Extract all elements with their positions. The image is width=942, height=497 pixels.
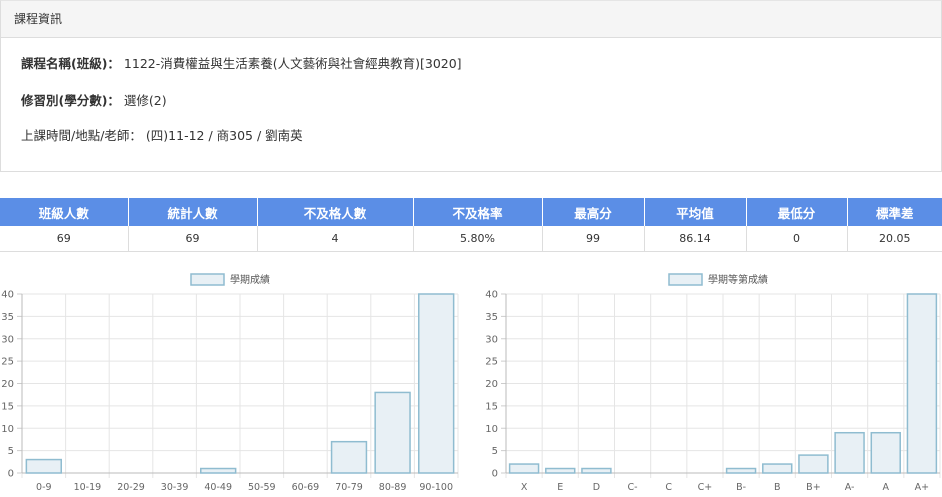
legend-label: 學期成績 bbox=[230, 273, 270, 286]
y-tick-label: 35 bbox=[485, 312, 498, 323]
y-tick-label: 0 bbox=[8, 469, 14, 480]
course-time-label: 上課時間/地點/老師： bbox=[21, 128, 142, 143]
x-tick-label: 10-19 bbox=[74, 482, 102, 493]
stats-value-stat-count: 69 bbox=[128, 226, 258, 252]
stats-value-max: 99 bbox=[542, 226, 645, 252]
y-tick-label: 40 bbox=[485, 290, 498, 301]
bar bbox=[798, 454, 829, 474]
x-tick-label: E bbox=[557, 482, 563, 493]
score-chart-svg: 學期成績 0 5 10 15 20 25 30 35 40 0-9 10-19 20-29 30-39 40… bbox=[1, 273, 459, 493]
y-tick-label: 20 bbox=[485, 379, 498, 390]
course-type-label: 修習別(學分數)： bbox=[21, 93, 120, 108]
x-tick-label: A- bbox=[845, 482, 855, 493]
y-tick-label: 5 bbox=[492, 446, 498, 457]
stats-header-max: 最高分 bbox=[542, 198, 645, 226]
y-tick-label: 5 bbox=[8, 446, 14, 457]
course-time-row: 上課時間/地點/老師： (四)11-12 / 商305 / 劉南英 bbox=[21, 125, 303, 144]
y-tick-label: 25 bbox=[485, 357, 498, 368]
y-tick-label: 40 bbox=[1, 290, 14, 301]
x-tick-label: 20-29 bbox=[117, 482, 145, 493]
x-tick-label: 0-9 bbox=[36, 482, 52, 493]
legend-swatch bbox=[668, 273, 703, 286]
bar bbox=[762, 463, 793, 474]
legend-swatch bbox=[190, 273, 225, 286]
legend-label: 學期等第成績 bbox=[708, 273, 768, 286]
stats-value-min: 0 bbox=[746, 226, 848, 252]
bar bbox=[508, 463, 540, 474]
grade-chart-svg: 學期等第成績 0 5 10 15 20 25 30 35 40 X E D C- C C+ B- B B+ A- A A+ bbox=[485, 273, 941, 493]
x-tick-label: X bbox=[521, 482, 528, 493]
stats-header-row: 班級人數 統計人數 不及格人數 不及格率 最高分 平均值 最低分 標準差 bbox=[0, 198, 942, 226]
grade-distribution-chart: 學期等第成績 0 5 10 15 20 25 30 35 40 X E D C- C C+ B- B B+ A- A A+ bbox=[482, 268, 942, 497]
stats-value-mean: 86.14 bbox=[644, 226, 747, 252]
course-name-row: 課程名稱(班級)： 1122-消費權益與生活素養(人文藝術與社會經典教育)[30… bbox=[21, 53, 462, 72]
course-name-label: 課程名稱(班級)： bbox=[21, 56, 120, 71]
y-tick-label: 35 bbox=[1, 312, 14, 323]
bar bbox=[725, 467, 757, 474]
x-tick-label: B+ bbox=[806, 482, 820, 493]
bar bbox=[25, 458, 62, 474]
x-tick-label: A bbox=[883, 482, 890, 493]
x-tick-label: 50-59 bbox=[248, 482, 276, 493]
stats-value-class-count: 69 bbox=[0, 226, 129, 252]
bar bbox=[870, 431, 901, 474]
course-type-value: 選修(2) bbox=[123, 93, 167, 108]
course-name-value: 1122-消費權益與生活素養(人文藝術與社會經典教育)[3020] bbox=[123, 56, 462, 71]
bar bbox=[545, 467, 576, 474]
bar bbox=[906, 293, 938, 474]
y-tick-label: 10 bbox=[1, 424, 14, 435]
x-tick-label: C- bbox=[628, 482, 638, 493]
y-tick-label: 10 bbox=[485, 424, 498, 435]
x-tick-label: 80-89 bbox=[379, 482, 407, 493]
y-tick-label: 15 bbox=[1, 401, 14, 412]
x-tick-label: 30-39 bbox=[161, 482, 189, 493]
y-tick-label: 20 bbox=[1, 379, 14, 390]
bar bbox=[581, 467, 612, 474]
course-time-value: (四)11-12 / 商305 / 劉南英 bbox=[145, 128, 303, 143]
x-tick-label: B- bbox=[736, 482, 746, 493]
x-tick-label: B bbox=[774, 482, 781, 493]
y-tick-label: 15 bbox=[485, 401, 498, 412]
x-tick-label: 90-100 bbox=[419, 482, 453, 493]
x-tick-label: D bbox=[593, 482, 600, 493]
stats-header-stddev: 標準差 bbox=[847, 198, 942, 226]
x-tick-label: 60-69 bbox=[292, 482, 320, 493]
y-tick-label: 25 bbox=[1, 357, 14, 368]
stats-value-row: 69 69 4 5.80% 99 86.14 0 20.05 bbox=[0, 226, 942, 252]
stats-value-fail-count: 4 bbox=[257, 226, 414, 252]
stats-header-fail-rate: 不及格率 bbox=[413, 198, 543, 226]
bar bbox=[200, 467, 237, 474]
y-tick-label: 30 bbox=[1, 334, 14, 345]
bar bbox=[330, 440, 368, 474]
stats-value-fail-rate: 5.80% bbox=[413, 226, 543, 252]
x-tick-label: 40-49 bbox=[204, 482, 232, 493]
stats-table: 班級人數 統計人數 不及格人數 不及格率 最高分 平均值 最低分 標準差 69 … bbox=[0, 198, 942, 252]
x-tick-label: C+ bbox=[698, 482, 713, 493]
score-distribution-chart: 學期成績 0 5 10 15 20 25 30 35 40 0-9 10-19 20-29 30-39 40… bbox=[0, 268, 462, 497]
x-tick-label: A+ bbox=[915, 482, 929, 493]
stats-header-mean: 平均值 bbox=[644, 198, 747, 226]
stats-header-min: 最低分 bbox=[746, 198, 848, 226]
bar bbox=[834, 431, 865, 474]
course-type-row: 修習別(學分數)： 選修(2) bbox=[21, 90, 167, 109]
bar bbox=[418, 293, 455, 474]
stats-header-stat-count: 統計人數 bbox=[128, 198, 258, 226]
x-tick-label: 70-79 bbox=[335, 482, 363, 493]
bar bbox=[374, 391, 411, 474]
stats-header-fail-count: 不及格人數 bbox=[257, 198, 414, 226]
panel-title: 課程資訊 bbox=[1, 1, 941, 38]
y-tick-label: 0 bbox=[492, 469, 498, 480]
stats-value-stddev: 20.05 bbox=[847, 226, 942, 252]
y-tick-label: 30 bbox=[485, 334, 498, 345]
x-tick-label: C bbox=[665, 482, 672, 493]
course-info-panel: 課程資訊 課程名稱(班級)： 1122-消費權益與生活素養(人文藝術與社會經典教… bbox=[0, 0, 942, 172]
stats-header-class-count: 班級人數 bbox=[0, 198, 129, 226]
